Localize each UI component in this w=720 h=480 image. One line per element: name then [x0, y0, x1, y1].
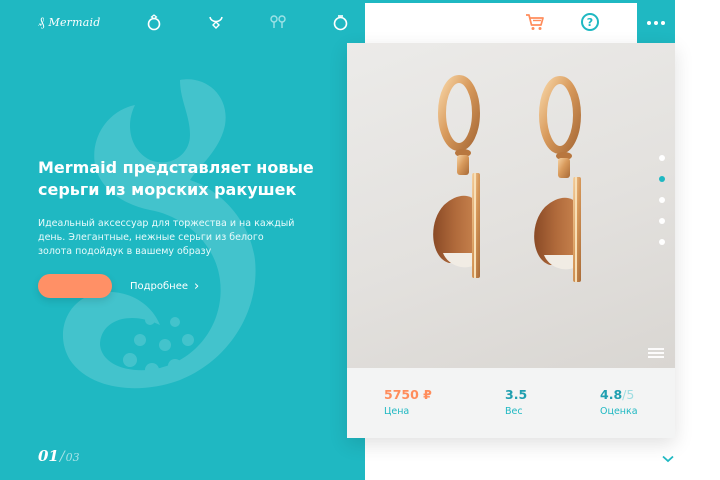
rating-label: Оценка — [600, 406, 638, 417]
stat-price: 5750 ₽ Цена — [384, 387, 432, 417]
right-gutter — [675, 0, 720, 480]
rating-max: /5 — [622, 387, 635, 402]
cta-button[interactable] — [38, 274, 112, 298]
top-accent-line — [0, 0, 720, 3]
rating-value-row: 4.8/5 — [600, 387, 638, 402]
chevron-down-icon[interactable] — [662, 448, 674, 467]
weight-label: Вес — [505, 406, 523, 417]
price-label: Цена — [384, 406, 410, 417]
slider-dot[interactable] — [659, 176, 665, 182]
ring-icon[interactable] — [145, 13, 163, 31]
slide-counter: 01 / 03 — [38, 447, 80, 465]
hero-panel: ₰ Mermaid Mermaid представляет новые сер… — [0, 0, 365, 480]
earrings-icon[interactable] — [269, 13, 287, 31]
menu-dot — [661, 21, 665, 25]
brand-logo[interactable]: ₰ Mermaid — [38, 14, 100, 30]
gallery-icon[interactable] — [648, 348, 664, 360]
slide-separator: / — [59, 449, 65, 465]
chevron-right-icon: › — [194, 279, 200, 294]
menu-button[interactable] — [637, 3, 675, 43]
necklace-icon[interactable] — [207, 13, 225, 31]
menu-dot — [654, 21, 658, 25]
bracelet-icon[interactable] — [331, 13, 349, 31]
more-link-label: Подробнее — [130, 281, 189, 292]
slider-dot[interactable] — [659, 155, 665, 161]
slide-current: 01 — [38, 447, 59, 465]
stat-rating: 4.8/5 Оценка — [600, 387, 638, 417]
brand-name: Mermaid — [48, 15, 101, 29]
cart-icon[interactable] — [525, 13, 545, 35]
brand-mark: ₰ — [38, 15, 45, 30]
product-stats: 5750 ₽ Цена 3.5 Вес 4.8/5 Оценка — [347, 368, 675, 438]
menu-dot — [647, 21, 651, 25]
slider-dots — [659, 155, 665, 245]
earrings-photo — [433, 75, 581, 282]
product-card: 5750 ₽ Цена 3.5 Вес 4.8/5 Оценка — [347, 43, 675, 438]
price-value: 5750 ₽ — [384, 387, 432, 402]
rating-value: 4.8 — [600, 387, 623, 402]
product-image[interactable] — [347, 43, 675, 368]
slider-dot[interactable] — [659, 218, 665, 224]
slide-total: 03 — [65, 451, 80, 464]
slider-dot[interactable] — [659, 197, 665, 203]
weight-value: 3.5 — [505, 387, 528, 402]
stat-weight: 3.5 Вес — [505, 387, 527, 417]
slider-dot[interactable] — [659, 239, 665, 245]
more-link[interactable]: Подробнее › — [130, 279, 199, 294]
hero-description: Идеальный аксессуар для торжества и на к… — [38, 218, 295, 257]
help-icon[interactable]: ? — [581, 13, 599, 31]
hero-headline: Mermaid представляет новые серьги из мор… — [38, 158, 314, 199]
